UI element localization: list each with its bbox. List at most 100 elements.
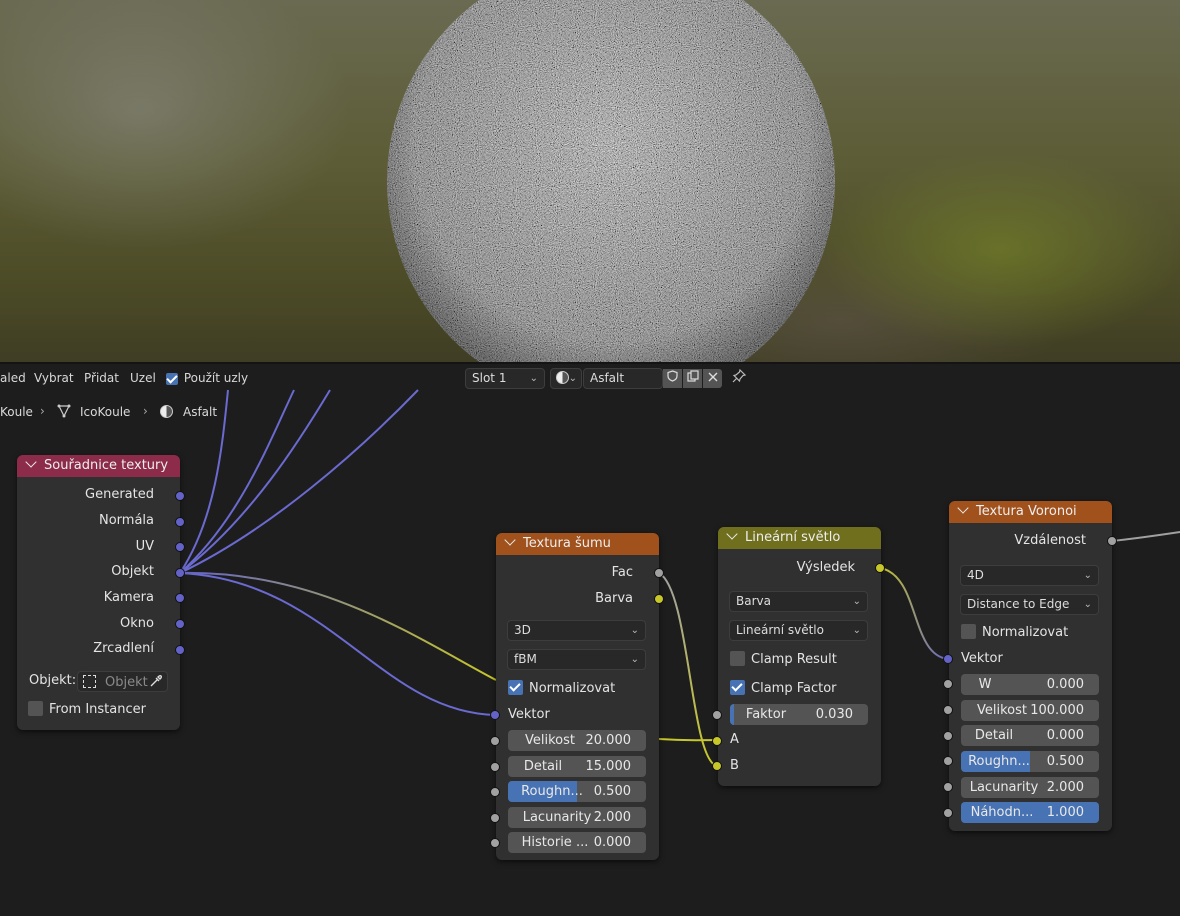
normalize-checkbox[interactable]: [508, 680, 523, 695]
socket-mix-factor[interactable]: [712, 710, 722, 720]
node-noise-texture[interactable]: Textura šumu Fac Barva 3D ⌄ fBM ⌄ Normaliz…: [496, 533, 659, 860]
socket-window[interactable]: [175, 619, 185, 629]
menu-view[interactable]: aled: [0, 371, 26, 385]
randomness-field[interactable]: Náhodn... 1.000: [961, 802, 1099, 823]
socket-uv[interactable]: [175, 542, 185, 552]
blend-mode-dropdown[interactable]: Lineární světlo ⌄: [729, 620, 868, 641]
roughness-field[interactable]: Roughn... 0.500: [508, 781, 646, 802]
unlink-material-close-icon[interactable]: [703, 369, 722, 388]
socket-voronoi-lacunarity[interactable]: [943, 782, 953, 792]
clamp-result-toggle[interactable]: Clamp Result: [730, 651, 837, 669]
duplicate-material-icon[interactable]: [683, 369, 702, 388]
socket-voronoi-w[interactable]: [943, 679, 953, 689]
w-field[interactable]: W 0.000: [961, 674, 1099, 695]
object-field[interactable]: Objekt: [77, 671, 168, 692]
material-preview-sphere: [387, 0, 835, 362]
3d-viewport[interactable]: [0, 0, 1180, 362]
socket-noise-roughness[interactable]: [490, 787, 500, 797]
material-browse-button[interactable]: ⌄: [550, 368, 582, 389]
distortion-field[interactable]: Historie ... 0.000: [508, 832, 646, 853]
clamp-result-checkbox[interactable]: [730, 651, 745, 666]
socket-mix-b[interactable]: [712, 761, 722, 771]
field-label: Detail: [974, 728, 1014, 743]
factor-field[interactable]: Faktor 0.030: [730, 704, 868, 725]
socket-mix-a[interactable]: [712, 736, 722, 746]
node-voronoi-texture[interactable]: Textura Voronoi Vzdálenost 4D ⌄ Distance …: [949, 501, 1112, 831]
socket-voronoi-randomness[interactable]: [943, 808, 953, 818]
socket-voronoi-distance[interactable]: [1107, 536, 1117, 546]
output-label: Kamera: [103, 590, 154, 605]
use-nodes-checkbox[interactable]: [166, 372, 178, 385]
chevron-down-icon: ⌄: [852, 596, 861, 607]
slot-dropdown[interactable]: Slot 1 ⌄: [465, 368, 545, 389]
detail-field[interactable]: Detail 15.000: [508, 756, 646, 777]
socket-noise-color[interactable]: [654, 594, 664, 604]
lacunarity-field[interactable]: Lacunarity 2.000: [508, 807, 646, 828]
socket-camera[interactable]: [175, 593, 185, 603]
node-header[interactable]: Lineární světlo: [718, 527, 881, 549]
lacunarity-field[interactable]: Lacunarity 2.000: [961, 777, 1099, 798]
menu-select[interactable]: Vybrat: [34, 371, 74, 385]
menu-node[interactable]: Uzel: [130, 371, 156, 385]
field-value: 0.030: [815, 707, 853, 722]
socket-normal[interactable]: [175, 517, 185, 527]
output-label: Normála: [98, 513, 154, 528]
feature-dropdown[interactable]: Distance to Edge ⌄: [960, 594, 1099, 615]
socket-noise-vector[interactable]: [490, 710, 500, 720]
data-type-dropdown[interactable]: Barva ⌄: [729, 591, 868, 612]
detail-field[interactable]: Detail 0.000: [961, 725, 1099, 746]
socket-noise-distortion[interactable]: [490, 838, 500, 848]
node-mix-linear-light[interactable]: Lineární světlo Výsledek Barva ⌄ Lineární…: [718, 527, 881, 786]
socket-noise-detail[interactable]: [490, 762, 500, 772]
chevron-down-icon[interactable]: [726, 528, 738, 540]
chevron-right-icon: ›: [143, 404, 148, 418]
material-name-field[interactable]: Asfalt: [583, 368, 663, 389]
chevron-down-icon[interactable]: [957, 502, 969, 514]
socket-noise-scale[interactable]: [490, 736, 500, 746]
noise-type-dropdown[interactable]: fBM ⌄: [507, 649, 646, 670]
chevron-down-icon: ⌄: [1083, 599, 1092, 610]
node-header[interactable]: Textura Voronoi: [949, 501, 1112, 523]
output-fac-label: Fac: [611, 565, 633, 580]
dimensions-dropdown[interactable]: 4D ⌄: [960, 565, 1099, 586]
fake-user-shield-icon[interactable]: [663, 369, 682, 388]
socket-generated[interactable]: [175, 491, 185, 501]
eyedropper-icon[interactable]: [149, 674, 163, 691]
field-value: 20.000: [585, 733, 632, 748]
object-field-placeholder: Objekt: [105, 675, 148, 690]
breadcrumb-object: Koule: [0, 405, 33, 419]
socket-noise-lacunarity[interactable]: [490, 813, 500, 823]
chevron-down-icon[interactable]: [25, 456, 37, 468]
socket-voronoi-scale[interactable]: [943, 705, 953, 715]
from-instancer-label: From Instancer: [49, 702, 146, 717]
node-texture-coordinate[interactable]: Souřadnice textury Generated Normála UV …: [17, 455, 180, 730]
socket-voronoi-roughness[interactable]: [943, 756, 953, 766]
socket-noise-fac[interactable]: [654, 568, 664, 578]
normalize-checkbox[interactable]: [961, 624, 976, 639]
field-label: Lacunarity: [969, 780, 1039, 795]
field-label: Náhodn...: [970, 805, 1034, 820]
normalize-toggle[interactable]: Normalizovat: [508, 680, 615, 698]
use-nodes-toggle[interactable]: Použít uzly: [166, 371, 248, 385]
chevron-down-icon[interactable]: [504, 534, 516, 546]
scale-field[interactable]: Velikost 20.000: [508, 730, 646, 751]
socket-object[interactable]: [175, 568, 185, 578]
output-label: Generated: [85, 487, 154, 502]
breadcrumb-material: Asfalt: [183, 405, 218, 419]
clamp-factor-checkbox[interactable]: [730, 680, 745, 695]
socket-reflection[interactable]: [175, 645, 185, 655]
from-instancer-checkbox[interactable]: [28, 701, 43, 716]
pin-icon[interactable]: [729, 368, 748, 388]
menu-add[interactable]: Přidat: [84, 371, 119, 385]
dimensions-dropdown[interactable]: 3D ⌄: [507, 620, 646, 641]
socket-voronoi-vector[interactable]: [943, 654, 953, 664]
from-instancer-toggle[interactable]: From Instancer: [28, 701, 146, 719]
node-header[interactable]: Souřadnice textury: [17, 455, 180, 477]
socket-voronoi-detail[interactable]: [943, 731, 953, 741]
clamp-factor-toggle[interactable]: Clamp Factor: [730, 680, 837, 698]
node-header[interactable]: Textura šumu: [496, 533, 659, 555]
roughness-field[interactable]: Roughn... 0.500: [961, 751, 1099, 772]
socket-mix-result[interactable]: [875, 563, 885, 573]
normalize-toggle[interactable]: Normalizovat: [961, 624, 1068, 642]
scale-field[interactable]: Velikost 100.000: [961, 700, 1099, 721]
